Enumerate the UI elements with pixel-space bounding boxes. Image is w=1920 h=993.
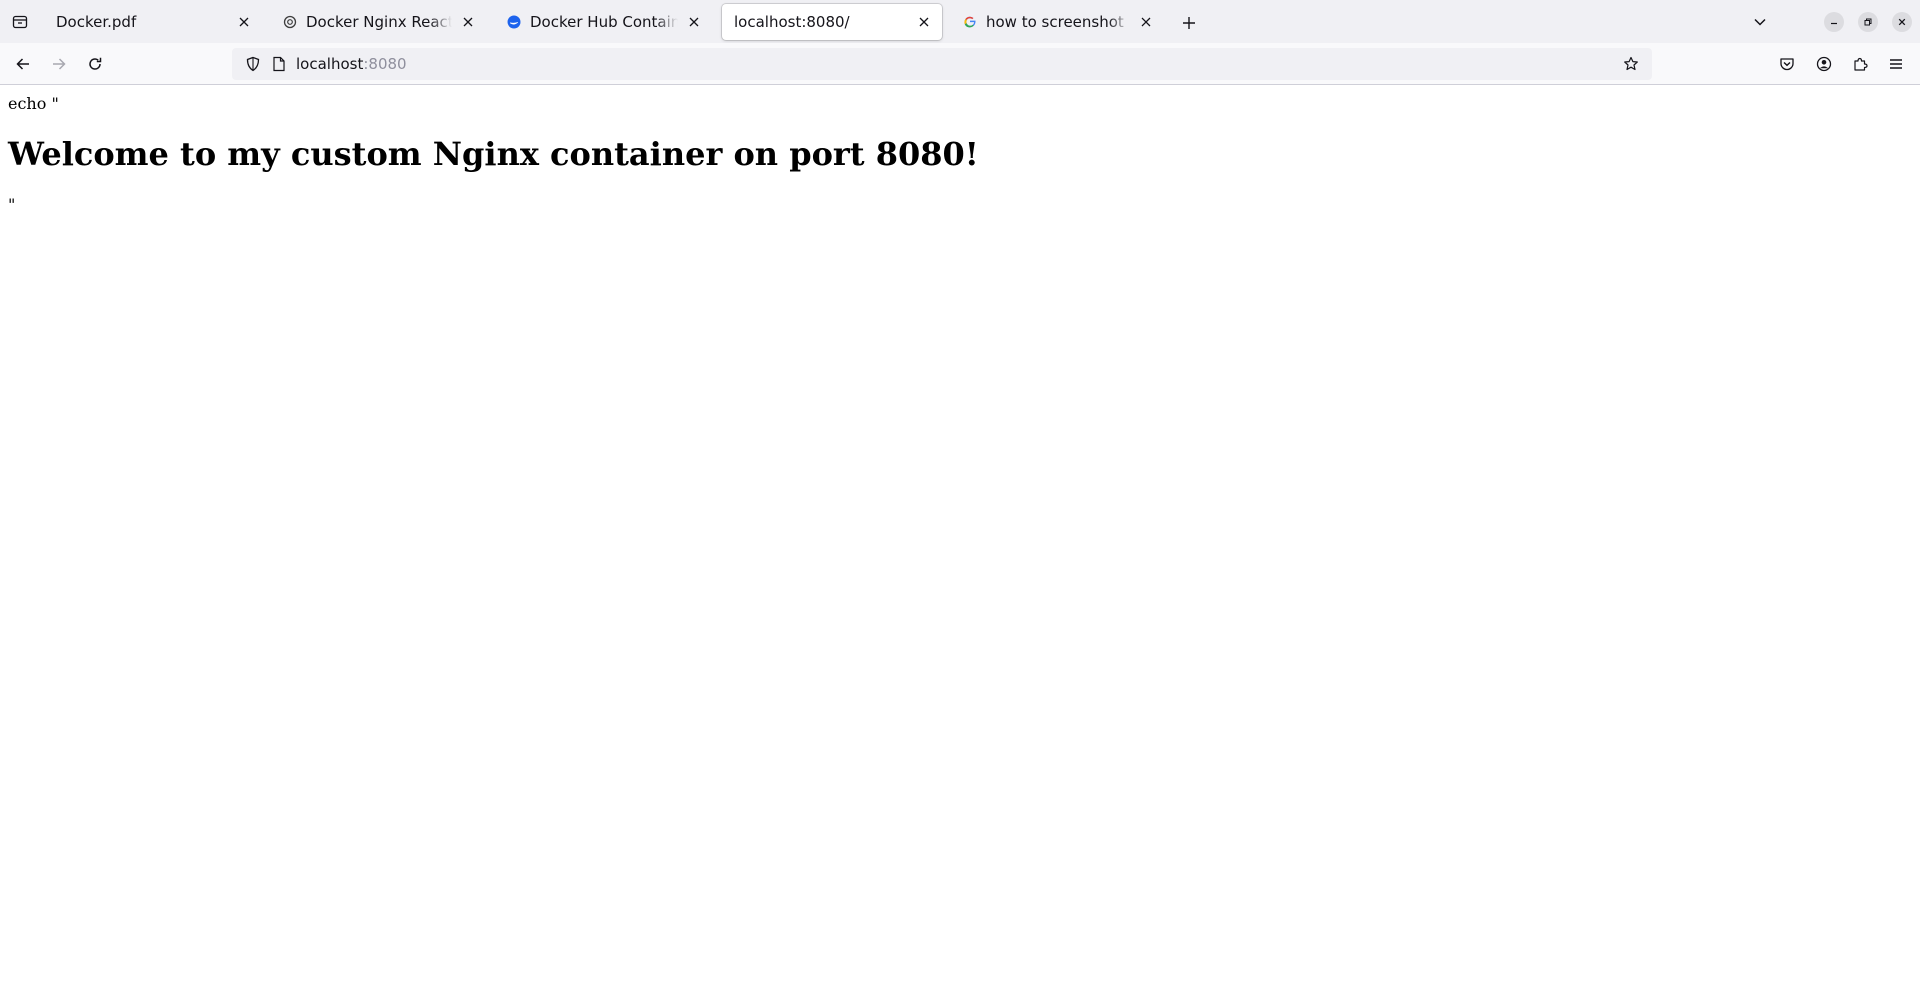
close-tab-button[interactable] [684, 12, 704, 32]
pocket-button[interactable] [1773, 50, 1801, 78]
close-icon [463, 17, 473, 27]
tab-localhost-8080[interactable]: localhost:8080/ [722, 4, 942, 40]
tab-google-search[interactable]: how to screenshot in ubuntu [950, 4, 1164, 40]
firefox-view-icon [12, 15, 28, 29]
site-info-button[interactable] [270, 55, 288, 73]
close-tab-button[interactable] [914, 12, 934, 32]
bookmark-button[interactable] [1620, 53, 1642, 75]
tab-title: Docker Hub Container Image [530, 13, 678, 31]
tab-strip: Docker.pdf Docker Nginx React Problem [0, 0, 1920, 43]
restore-button[interactable] [1858, 12, 1878, 32]
tab-docker-hub[interactable]: Docker Hub Container Image [494, 4, 712, 40]
reload-button[interactable] [81, 50, 109, 78]
openai-icon [282, 14, 298, 30]
url-host: localhost [296, 55, 364, 73]
close-icon [689, 17, 699, 27]
navigation-toolbar: localhost:8080 [0, 43, 1920, 85]
tab-title: localhost:8080/ [734, 13, 850, 31]
minimize-button[interactable] [1824, 12, 1844, 32]
url-text[interactable]: localhost:8080 [296, 55, 407, 73]
echo-text: echo " [8, 94, 59, 113]
close-tab-button[interactable] [234, 12, 254, 32]
app-menu-button[interactable] [1882, 50, 1910, 78]
google-icon [962, 14, 978, 30]
page-icon [273, 56, 285, 72]
account-icon [1816, 56, 1832, 72]
forward-arrow-icon [53, 58, 66, 70]
star-icon [1624, 56, 1638, 71]
plus-icon [1183, 17, 1195, 29]
hamburger-menu-icon [1890, 59, 1902, 69]
tab-docker-nginx-react[interactable]: Docker Nginx React Problem [270, 4, 486, 40]
page-content: echo " Welcome to my custom Nginx contai… [0, 86, 1920, 993]
url-port: :8080 [363, 55, 407, 73]
url-bar[interactable]: localhost:8080 [232, 48, 1652, 80]
close-icon [919, 17, 929, 27]
back-button[interactable] [9, 50, 37, 78]
minimize-icon [1831, 22, 1837, 25]
close-icon [1141, 17, 1151, 27]
forward-button[interactable] [45, 50, 73, 78]
close-tab-button[interactable] [458, 12, 478, 32]
firefox-view-button[interactable] [8, 10, 32, 34]
tab-title: Docker Nginx React Problem [306, 13, 452, 31]
close-icon [1898, 18, 1906, 26]
close-tab-button[interactable] [1136, 12, 1156, 32]
tracking-protection-button[interactable] [244, 55, 262, 73]
new-tab-button[interactable] [1176, 10, 1202, 36]
close-window-button[interactable] [1892, 12, 1912, 32]
closing-quote-text: " [8, 195, 16, 214]
shield-icon [246, 56, 260, 72]
pocket-icon [1780, 58, 1794, 71]
chevron-down-icon [1754, 18, 1766, 26]
close-icon [239, 17, 249, 27]
tab-docker-pdf[interactable]: Docker.pdf [44, 4, 262, 40]
tab-title: how to screenshot in ubuntu [986, 13, 1130, 31]
puzzle-icon [1854, 57, 1868, 71]
list-all-tabs-button[interactable] [1748, 10, 1772, 34]
account-button[interactable] [1810, 50, 1838, 78]
restore-icon [1864, 18, 1872, 26]
reload-icon [89, 57, 102, 70]
extensions-button[interactable] [1846, 50, 1874, 78]
docker-icon [506, 14, 522, 30]
page-heading: Welcome to my custom Nginx container on … [8, 135, 979, 173]
tab-title: Docker.pdf [56, 13, 137, 31]
back-arrow-icon [16, 58, 29, 70]
